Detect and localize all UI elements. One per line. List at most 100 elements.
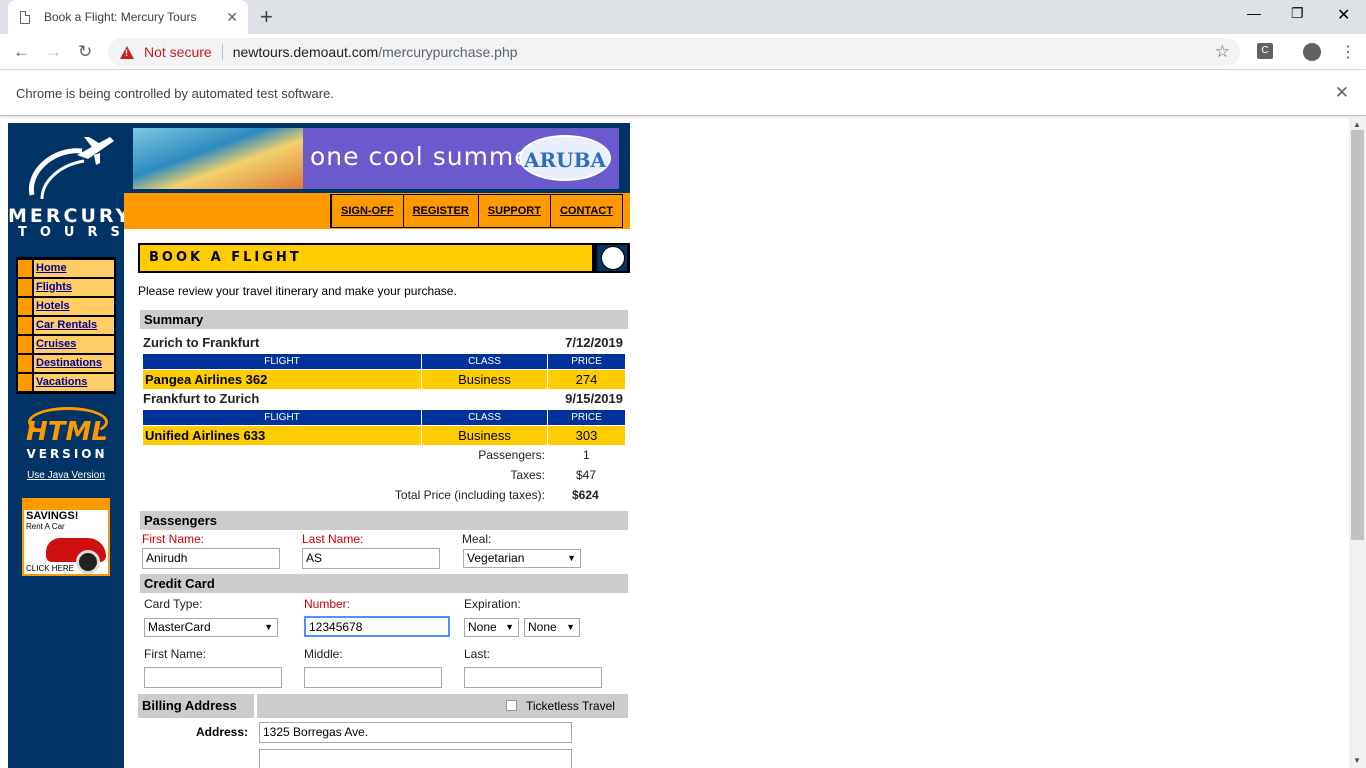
sidenav-link[interactable]: Cruises — [34, 335, 114, 353]
return-table-header: FLIGHT CLASS PRICE — [143, 410, 625, 425]
sidenav-cruises[interactable]: Cruises — [18, 335, 114, 354]
card-number-input[interactable]: 12345678 — [304, 616, 450, 637]
meal-label: Meal: — [462, 532, 492, 546]
close-tab-icon[interactable]: ✕ — [226, 9, 238, 26]
passenger-first-name-input[interactable]: Anirudh — [142, 548, 280, 569]
left-sidebar: MERCURY TOURS Home Flights Hotels Car Re… — [8, 123, 133, 768]
sidenav-destinations[interactable]: Destinations — [18, 354, 114, 373]
vertical-scrollbar[interactable]: ▲ ▼ — [1349, 118, 1366, 768]
warning-icon — [120, 45, 134, 59]
register-link[interactable]: REGISTER — [403, 195, 478, 227]
return-flight-row: Unified Airlines 633 Business 303 — [143, 426, 625, 445]
support-link[interactable]: SUPPORT — [478, 195, 550, 227]
top-navigation: SIGN-OFF REGISTER SUPPORT CONTACT — [330, 194, 623, 228]
banner-photo — [133, 128, 303, 189]
taxes-value: $47 — [576, 468, 597, 482]
contact-link[interactable]: CONTACT — [550, 195, 622, 227]
url-host: newtours.demoaut.com — [232, 44, 379, 60]
restore-icon[interactable]: ❐ — [1291, 5, 1304, 22]
ticketless-bar: Ticketless Travel — [257, 694, 628, 718]
total-value: $624 — [572, 488, 599, 502]
java-version-link[interactable]: Use Java Version — [8, 470, 124, 481]
nav-bullet — [18, 278, 32, 296]
card-first-name-input[interactable] — [144, 667, 282, 688]
sidenav-car-rentals[interactable]: Car Rentals — [18, 316, 114, 335]
intro-text: Please review your travel itinerary and … — [138, 284, 457, 298]
ticketless-checkbox[interactable] — [506, 700, 517, 711]
passenger-last-name-input[interactable]: AS — [302, 548, 440, 569]
html-version-logo: HTML VERSION — [22, 407, 112, 465]
scroll-down-icon[interactable]: ▼ — [1353, 756, 1361, 765]
passenger-last-name-label: Last Name: — [302, 532, 364, 546]
aruba-ad[interactable]: one cool summer ARUBA — [133, 128, 619, 189]
rent-a-car-ad[interactable]: SAVINGS! Rent A Car CLICK HERE — [22, 498, 110, 576]
extension-icon[interactable]: C — [1257, 43, 1273, 59]
url-text: newtours.demoaut.com/mercurypurchase.php — [233, 44, 518, 60]
scroll-up-icon[interactable]: ▲ — [1353, 120, 1361, 129]
sidenav-link[interactable]: Hotels — [34, 297, 114, 315]
passenger-first-name-label: First Name: — [142, 532, 205, 546]
html-logo-text: HTML — [26, 417, 108, 447]
close-window-icon[interactable]: ✕ — [1337, 5, 1350, 25]
sidenav-link[interactable]: Flights — [34, 278, 114, 296]
sidenav-home[interactable]: Home — [18, 259, 114, 278]
col-price: PRICE — [571, 412, 602, 423]
new-tab-icon[interactable]: + — [260, 4, 273, 30]
logo-tours: TOURS — [18, 225, 133, 240]
url-path: /mercurypurchase.php — [378, 44, 518, 60]
depart-class: Business — [422, 370, 548, 389]
forward-icon[interactable]: → — [45, 42, 62, 62]
return-route-row: Frankfurt to Zurich 9/15/2019 — [143, 391, 625, 406]
back-icon[interactable]: ← — [13, 42, 30, 62]
card-type-select[interactable]: MasterCard — [144, 618, 278, 637]
scrollbar-thumb[interactable] — [1351, 130, 1364, 540]
ad-subtitle: Rent A Car — [26, 522, 65, 531]
sidenav-link[interactable]: Destinations — [34, 354, 114, 372]
sidenav-flights[interactable]: Flights — [18, 278, 114, 297]
passengers-count: 1 — [583, 448, 590, 462]
ad-cta[interactable]: CLICK HERE — [26, 564, 74, 573]
nav-bullet — [18, 316, 32, 334]
ticketless-label: Ticketless Travel — [526, 699, 615, 713]
menu-icon[interactable]: ⋮ — [1340, 42, 1356, 62]
sign-off-link[interactable]: SIGN-OFF — [332, 195, 403, 227]
web-page: MERCURY TOURS Home Flights Hotels Car Re… — [0, 116, 1349, 768]
address-line2-input[interactable] — [259, 749, 572, 768]
expiration-year-select[interactable]: None — [524, 618, 580, 637]
sidenav-link[interactable]: Car Rentals — [34, 316, 114, 334]
account-icon[interactable] — [1303, 43, 1321, 61]
sidenav-link[interactable]: Vacations — [34, 374, 114, 391]
address-label: Address: — [196, 725, 249, 739]
card-middle-name-input[interactable] — [304, 667, 442, 688]
browser-tab[interactable]: Book a Flight: Mercury Tours ✕ — [8, 0, 248, 34]
col-class: CLASS — [422, 354, 548, 369]
col-class: CLASS — [422, 410, 548, 425]
ad-title: SAVINGS! — [26, 510, 79, 522]
passengers-count-label: Passengers: — [478, 448, 545, 462]
passengers-header: Passengers — [140, 511, 628, 530]
reload-icon[interactable]: ↻ — [78, 42, 92, 62]
return-price: 303 — [575, 428, 598, 443]
return-date: 9/15/2019 — [565, 391, 623, 406]
nav-bullet — [18, 259, 32, 277]
bookmark-star-icon[interactable]: ☆ — [1215, 42, 1230, 62]
logo-mercury: MERCURY — [8, 205, 133, 227]
banner-slogan: one cool summer — [310, 142, 542, 171]
expiration-month-select[interactable]: None — [464, 618, 519, 637]
minimize-icon[interactable]: — — [1247, 5, 1261, 21]
top-nav-bar: SIGN-OFF REGISTER SUPPORT CONTACT — [124, 193, 630, 229]
card-number-label: Number: — [304, 597, 351, 611]
top-banner: one cool summer ARUBA — [124, 123, 630, 193]
depart-date: 7/12/2019 — [565, 335, 623, 350]
close-infobar-icon[interactable]: ✕ — [1335, 83, 1349, 103]
meal-select[interactable]: Vegetarian — [463, 549, 581, 568]
sidenav-link[interactable]: Home — [34, 259, 114, 277]
nav-bullet — [18, 297, 32, 315]
security-status[interactable]: Not secure — [144, 44, 212, 60]
card-last-name-input[interactable] — [464, 667, 602, 688]
return-route: Frankfurt to Zurich — [143, 391, 260, 406]
sidenav-vacations[interactable]: Vacations — [18, 373, 114, 392]
url-field[interactable]: Not secure newtours.demoaut.com/mercuryp… — [108, 38, 1240, 66]
address-input[interactable]: 1325 Borregas Ave. — [259, 722, 572, 743]
sidenav-hotels[interactable]: Hotels — [18, 297, 114, 316]
